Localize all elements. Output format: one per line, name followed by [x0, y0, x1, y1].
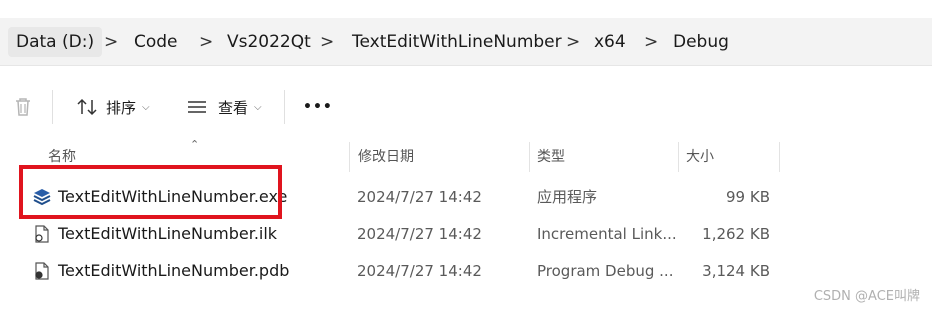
- command-bar: 排序 ⌵ 查看 ⌵ •••: [0, 78, 932, 136]
- breadcrumb-separator: >: [644, 32, 659, 52]
- breadcrumb-separator: >: [566, 32, 581, 52]
- column-divider[interactable]: [779, 142, 780, 172]
- file-size: 3,124 KB: [702, 262, 770, 280]
- file-size: 1,262 KB: [702, 225, 770, 243]
- toolbar-divider: [284, 90, 285, 124]
- file-size: 99 KB: [726, 188, 770, 206]
- chevron-down-icon: ⌵: [254, 101, 262, 113]
- breadcrumb-item-code[interactable]: Code: [134, 27, 178, 57]
- breadcrumb-item-debug[interactable]: Debug: [673, 27, 729, 57]
- highlight-box: [19, 165, 282, 219]
- file-name: TextEditWithLineNumber.pdb: [58, 261, 290, 280]
- delete-button[interactable]: [12, 92, 34, 122]
- file-icon: [35, 225, 49, 243]
- sort-button[interactable]: 排序 ⌵: [76, 92, 150, 122]
- view-list-icon: [188, 101, 206, 113]
- file-date: 2024/7/27 14:42: [357, 225, 482, 243]
- breadcrumb-root[interactable]: Data (D:): [8, 27, 103, 57]
- file-type: Incremental Link...: [537, 225, 677, 243]
- breadcrumb-separator: >: [199, 32, 214, 52]
- more-options-button[interactable]: •••: [303, 92, 333, 122]
- file-name: TextEditWithLineNumber.ilk: [58, 224, 278, 243]
- file-type: Program Debug ...: [537, 262, 674, 280]
- file-type: 应用程序: [537, 188, 598, 206]
- file-icon: [35, 262, 49, 280]
- toolbar-divider: [52, 90, 53, 124]
- sort-label: 排序: [106, 98, 137, 117]
- column-type[interactable]: 类型: [529, 140, 565, 174]
- trash-icon: [16, 98, 30, 116]
- file-row[interactable]: TextEditWithLineNumber.pdb 2024/7/27 14:…: [0, 253, 932, 289]
- file-date: 2024/7/27 14:42: [357, 262, 482, 280]
- view-label: 查看: [218, 98, 249, 117]
- breadcrumb-item-x64[interactable]: x64: [594, 27, 626, 57]
- file-date: 2024/7/27 14:42: [357, 188, 482, 206]
- view-button[interactable]: 查看 ⌵: [186, 92, 262, 122]
- column-date[interactable]: 修改日期: [350, 140, 414, 174]
- breadcrumb-item-project[interactable]: TextEditWithLineNumber: [352, 27, 562, 57]
- chevron-down-icon: ⌵: [142, 101, 150, 113]
- sort-icon: [77, 98, 97, 116]
- address-bar[interactable]: Data (D:) > Code > Vs2022Qt > TextEditWi…: [0, 18, 932, 66]
- breadcrumb-separator: >: [104, 32, 119, 52]
- file-row[interactable]: TextEditWithLineNumber.ilk 2024/7/27 14:…: [0, 216, 932, 252]
- breadcrumb-separator: >: [320, 32, 335, 52]
- watermark: CSDN @ACE叫牌: [813, 289, 920, 304]
- breadcrumb-item-vs2022qt[interactable]: Vs2022Qt: [227, 27, 311, 57]
- column-size[interactable]: 大小: [678, 140, 714, 174]
